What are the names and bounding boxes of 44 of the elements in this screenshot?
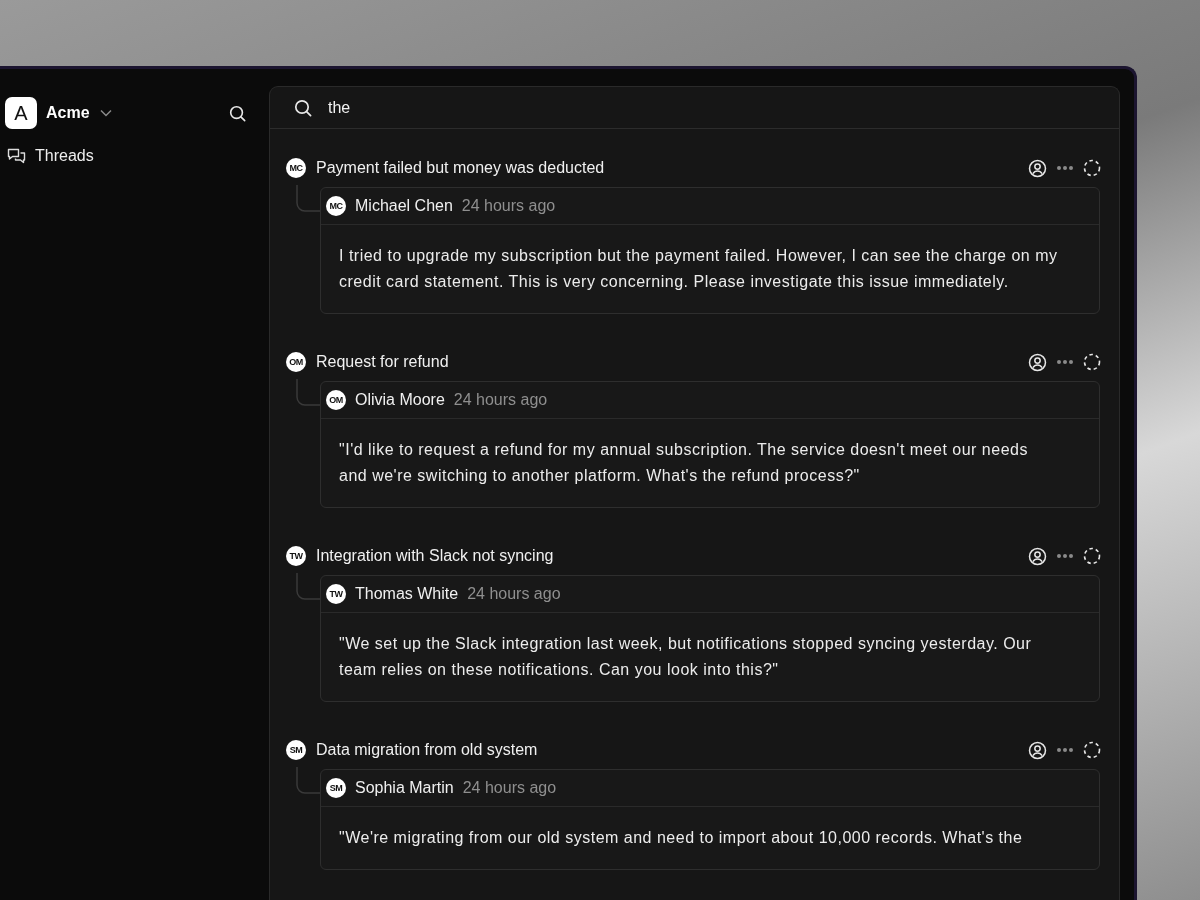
user-icon[interactable] (1028, 158, 1047, 178)
avatar: TW (286, 546, 306, 566)
status-circle-icon[interactable] (1083, 547, 1101, 565)
timestamp: 24 hours ago (461, 197, 556, 215)
message-text: "We set up the Slack integration last week, but notifications stopped syncing yesterday. Our team relies on these notifications. Can you look into this?" (338, 634, 1033, 680)
user-icon[interactable] (1028, 546, 1047, 566)
status-circle-icon[interactable] (1083, 159, 1101, 177)
search-icon (294, 98, 312, 117)
search-field[interactable]: the (328, 96, 628, 119)
timestamp: 24 hours ago (453, 391, 548, 409)
search-icon[interactable] (229, 104, 246, 122)
author-name: Michael Chen (355, 197, 453, 215)
thread-title[interactable]: Payment failed but money was deducted (316, 159, 605, 177)
thread-title[interactable]: Request for refund (316, 353, 449, 371)
avatar: MC (286, 158, 306, 178)
avatar: OM (326, 390, 346, 410)
timestamp: 24 hours ago (467, 585, 561, 603)
message-text: "I'd like to request a refund for my annual subscription. The service doesn't meet our needs and we're switching to another platform. What's the refund process?" (338, 440, 1029, 486)
author-name: Sophia Martin (355, 779, 454, 797)
message-text: "We're migrating from our old system and need to import about 10,000 records. What's the (338, 828, 1024, 848)
avatar: TW (326, 584, 346, 604)
more-icon[interactable] (1056, 553, 1074, 559)
more-icon[interactable] (1056, 165, 1074, 171)
status-circle-icon[interactable] (1083, 353, 1101, 371)
workspace-logo[interactable]: A (5, 97, 37, 129)
user-icon[interactable] (1028, 352, 1047, 372)
more-icon[interactable] (1056, 747, 1074, 753)
chat-bubbles-icon (7, 147, 26, 165)
nav-item[interactable]: Threads (7, 147, 94, 165)
status-circle-icon[interactable] (1083, 741, 1101, 759)
avatar: SM (286, 740, 306, 760)
avatar: SM (326, 778, 346, 798)
thread-title[interactable]: Data migration from old system (316, 741, 538, 759)
chevron-down-icon[interactable] (99, 109, 112, 117)
avatar: MC (326, 196, 346, 216)
more-icon[interactable] (1056, 359, 1074, 365)
thread-title[interactable]: Integration with Slack not syncing (316, 547, 554, 565)
workspace-name[interactable]: Acme (46, 104, 90, 122)
user-icon[interactable] (1028, 740, 1047, 760)
timestamp: 24 hours ago (462, 779, 557, 797)
author-name: Thomas White (355, 585, 459, 603)
author-name: Olivia Moore (355, 391, 445, 409)
avatar: OM (286, 352, 306, 372)
message-text: I tried to upgrade my subscription but the payment failed. However, I can see the charge on my credit card statement. This is very concerning. Please investigate this issue immediately. (338, 246, 1059, 292)
